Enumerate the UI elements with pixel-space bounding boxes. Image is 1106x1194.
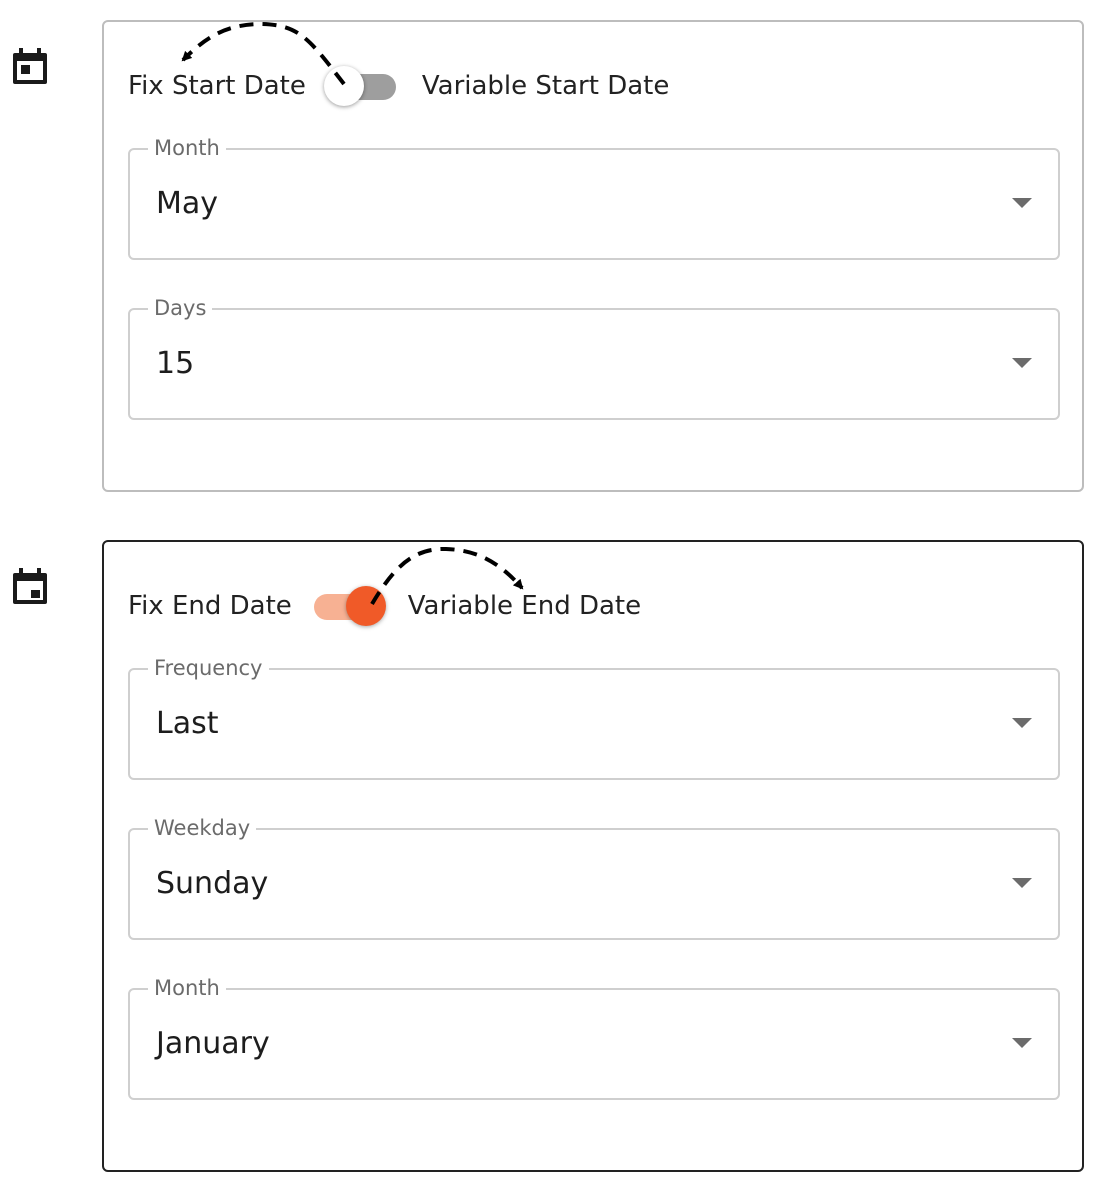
end-frequency-select[interactable]: Frequency Last bbox=[128, 653, 1060, 780]
calendar-icon bbox=[13, 48, 47, 84]
field-label: Frequency bbox=[148, 653, 269, 683]
start-date-toggle[interactable] bbox=[323, 64, 400, 108]
field-label: Weekday bbox=[148, 813, 257, 843]
field-value: January bbox=[156, 1026, 270, 1061]
field-value: 15 bbox=[156, 346, 195, 381]
calendar-icon bbox=[13, 568, 47, 604]
start-month-select[interactable]: Month May bbox=[128, 133, 1060, 260]
field-label: Month bbox=[148, 973, 226, 1003]
end-date-panel: Fix End Date Variable End Date Frequency… bbox=[102, 540, 1084, 1172]
variable-start-date-label: Variable Start Date bbox=[421, 71, 670, 101]
fix-start-date-label: Fix Start Date bbox=[128, 71, 306, 101]
field-label: Days bbox=[148, 293, 213, 323]
caret-down-icon[interactable] bbox=[1012, 718, 1032, 728]
variable-end-date-label: Variable End Date bbox=[407, 591, 642, 621]
field-value: May bbox=[156, 186, 219, 221]
toggle-thumb[interactable] bbox=[323, 66, 364, 106]
end-date-toggle[interactable] bbox=[310, 584, 386, 628]
end-date-toggle-row: Fix End Date Variable End Date bbox=[128, 584, 641, 628]
end-weekday-select[interactable]: Weekday Sunday bbox=[128, 813, 1060, 940]
field-label: Month bbox=[148, 133, 226, 163]
field-value: Last bbox=[156, 706, 219, 741]
fix-end-date-label: Fix End Date bbox=[128, 591, 292, 621]
caret-down-icon[interactable] bbox=[1012, 878, 1032, 888]
caret-down-icon[interactable] bbox=[1012, 198, 1032, 208]
caret-down-icon[interactable] bbox=[1012, 1038, 1032, 1048]
toggle-thumb[interactable] bbox=[345, 586, 386, 626]
start-date-toggle-row: Fix Start Date Variable Start Date bbox=[128, 64, 669, 108]
start-days-select[interactable]: Days 15 bbox=[128, 293, 1060, 420]
caret-down-icon[interactable] bbox=[1012, 358, 1032, 368]
start-date-panel: Fix Start Date Variable Start Date Month… bbox=[102, 20, 1084, 492]
field-value: Sunday bbox=[156, 866, 269, 901]
end-month-select[interactable]: Month January bbox=[128, 973, 1060, 1100]
